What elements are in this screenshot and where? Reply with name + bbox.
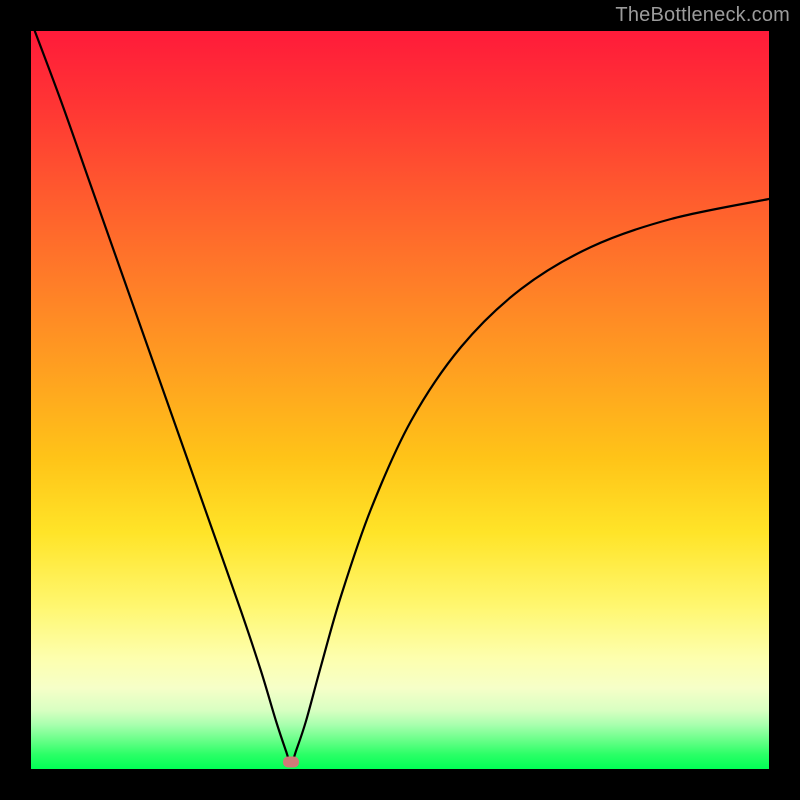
watermark-text: TheBottleneck.com — [615, 4, 790, 27]
chart-plot-area — [31, 31, 769, 769]
bottleneck-curve — [31, 31, 769, 764]
curve-svg — [31, 31, 769, 769]
optimum-marker — [283, 757, 299, 768]
